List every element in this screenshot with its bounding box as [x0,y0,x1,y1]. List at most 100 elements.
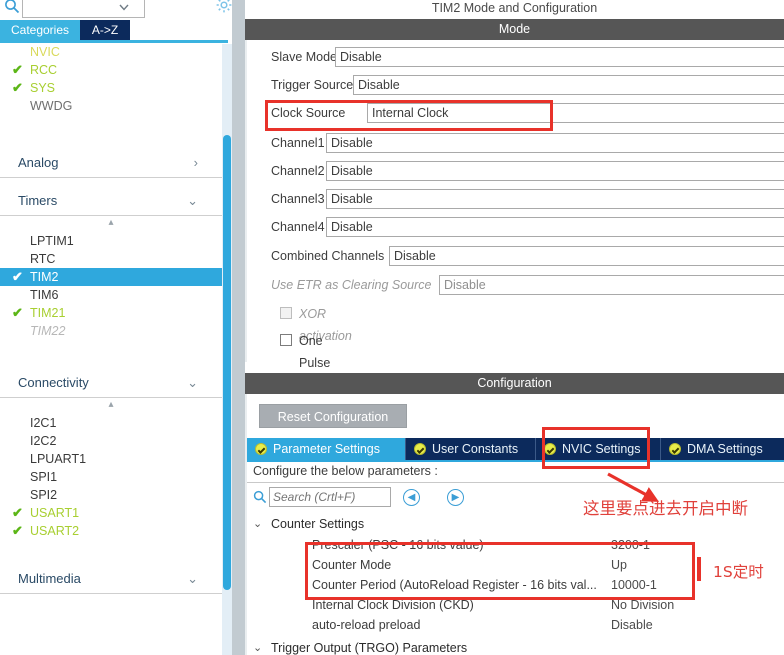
sidebar-item-label: RCC [30,63,58,77]
sidebar-item-tim22[interactable]: TIM22 [0,322,222,340]
sidebar-item-tim6[interactable]: TIM6 [0,286,222,304]
mode-settings-body: Slave Mode Disable Trigger Source Disabl… [245,40,784,392]
param-row-counter-period[interactable]: Counter Period (AutoReload Register - 16… [247,576,784,594]
resize-grip-icon: ▴ [108,399,114,410]
sidebar-item-label: TIM21 [30,306,66,320]
check-icon: ✔ [12,62,23,77]
ip-search-row [0,0,232,22]
param-search-input-wrap[interactable] [269,487,391,507]
tab-label: Parameter Settings [273,442,380,456]
field-slave-mode[interactable]: Disable [335,47,784,67]
sidebar-item-sys[interactable]: ✔ SYS [0,79,222,97]
chevron-down-icon[interactable] [118,1,130,13]
gear-icon[interactable] [215,0,232,14]
configuration-tabstrip: Parameter Settings User Constants NVIC S… [247,438,784,460]
resize-grip-icon: ▴ [108,217,114,228]
connectivity-resize-handle[interactable]: ▴ [0,398,222,414]
group-label: Timers [18,193,58,208]
sidebar-item-usart1[interactable]: ✔ USART1 [0,504,222,522]
group-header-multimedia[interactable]: Multimedia ⌄ [0,564,222,594]
param-row-clock-division[interactable]: Internal Clock Division (CKD) No Divisio… [247,596,784,614]
tab-parameter-settings[interactable]: Parameter Settings [247,438,406,460]
label-clock-source: Clock Source [271,106,346,120]
field-channel4[interactable]: Disable [326,217,784,237]
sidebar-item-label: LPTIM1 [30,234,74,248]
field-combined-channels[interactable]: Disable [389,246,784,266]
chevron-down-icon: ⌄ [187,571,198,586]
chevron-down-icon: ⌄ [253,642,263,654]
sidebar-item-lpuart1[interactable]: LPUART1 [0,450,222,468]
field-channel3[interactable]: Disable [326,189,784,209]
sidebar-item-label: SPI1 [30,470,58,484]
param-value: No Division [611,598,675,612]
field-channel1[interactable]: Disable [326,133,784,153]
sidebar-item-spi2[interactable]: SPI2 [0,486,222,504]
timers-resize-handle[interactable]: ▴ [0,216,222,232]
sidebar-item-lptim1[interactable]: LPTIM1 [0,232,222,250]
section-divider [247,482,784,483]
sidebar-item-label: TIM6 [30,288,59,302]
tab-nvic-settings[interactable]: NVIC Settings [536,438,661,460]
check-icon: ✔ [12,505,23,520]
label-channel1: Channel1 [271,136,325,150]
sidebar-item-nvic[interactable]: NVIC [0,43,222,61]
sidebar-scrollbar-thumb[interactable] [223,135,231,590]
annotation-1s-marker [697,557,701,581]
sidebar-item-label: WWDG [30,99,73,113]
group-header-analog[interactable]: Analog › [0,148,222,178]
search-icon [253,490,267,504]
tab-a-to-z[interactable]: A->Z [80,20,130,40]
sidebar-item-i2c2[interactable]: I2C2 [0,432,222,450]
sidebar-item-i2c1[interactable]: I2C1 [0,414,222,432]
sidebar-item-tim21[interactable]: ✔ TIM21 [0,304,222,322]
sidebar-tabs: Categories A->Z [0,20,232,40]
sidebar-item-tim2[interactable]: ✔ TIM2 [0,268,222,286]
check-icon: ✔ [12,269,23,284]
reset-configuration-button[interactable]: Reset Configuration [259,404,407,428]
tabstrip-underline [247,460,784,462]
chevron-right-icon[interactable]: ▶ [447,489,464,506]
chevron-right-icon: › [193,155,198,170]
param-value: 3200-1 [611,538,650,552]
mode-section-header: Mode [245,19,784,40]
field-trigger-source[interactable]: Disable [353,75,784,95]
sidebar-item-rtc[interactable]: RTC [0,250,222,268]
configure-hint-text: Configure the below parameters : [253,464,438,478]
tab-categories[interactable]: Categories [0,20,80,40]
tab-label: NVIC Settings [562,442,641,456]
group-header-connectivity[interactable]: Connectivity ⌄ [0,368,222,398]
sidebar-item-rcc[interactable]: ✔ RCC [0,61,222,79]
sidebar-item-usart2[interactable]: ✔ USART2 [0,522,222,540]
field-channel2[interactable]: Disable [326,161,784,181]
sidebar-item-wwdg[interactable]: WWDG [0,97,222,115]
param-group-label: Counter Settings [271,517,365,531]
label-channel4: Channel4 [271,220,325,234]
sidebar-item-label: I2C2 [30,434,57,448]
tabstrip-filler [130,20,232,40]
tab-label: DMA Settings [687,442,763,456]
page-title: TIM2 Mode and Configuration [245,0,784,19]
checkbox-one-pulse-mode[interactable] [280,334,292,346]
status-check-icon [255,443,267,455]
param-row-counter-mode[interactable]: Counter Mode Up [247,556,784,574]
status-check-icon [544,443,556,455]
param-value: Disable [611,618,653,632]
group-label: Multimedia [18,571,81,586]
param-row-auto-reload-preload[interactable]: auto-reload preload Disable [247,616,784,634]
param-group-label: Trigger Output (TRGO) Parameters [271,641,468,655]
chevron-left-icon[interactable]: ◀ [403,489,420,506]
param-search-input[interactable] [270,488,390,506]
tab-user-constants[interactable]: User Constants [406,438,536,460]
field-clock-source[interactable]: Internal Clock [367,103,784,123]
configuration-section-header: Configuration [245,373,784,394]
param-name: Counter Period (AutoReload Register - 16… [312,578,597,592]
sidebar-item-label: SYS [30,81,56,95]
label-channel3: Channel3 [271,192,325,206]
sidebar-item-spi1[interactable]: SPI1 [0,468,222,486]
label-xor-activation: XOR activation [299,307,352,343]
group-header-timers[interactable]: Timers ⌄ [0,186,222,216]
check-icon: ✔ [12,305,23,320]
chevron-down-icon: ⌄ [187,193,198,208]
param-row-prescaler[interactable]: Prescaler (PSC - 16 bits value) 3200-1 [247,536,784,554]
tab-dma-settings[interactable]: DMA Settings [661,438,784,460]
